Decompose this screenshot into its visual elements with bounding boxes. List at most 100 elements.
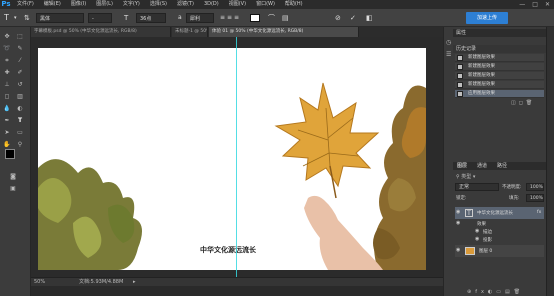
warp-text-icon[interactable]: ⌒ xyxy=(268,13,275,23)
commit-icon[interactable]: ✓ xyxy=(350,13,356,23)
guide-line[interactable] xyxy=(236,37,237,277)
zoom-tool-icon[interactable]: ⚲ xyxy=(16,141,24,149)
font-style-select[interactable]: - xyxy=(88,13,112,23)
lasso-tool-icon[interactable]: ➰ xyxy=(3,45,11,53)
history-brush-tool-icon[interactable]: ↺ xyxy=(16,81,24,89)
stamp-tool-icon[interactable]: ⊥ xyxy=(3,81,11,89)
tab-paths[interactable]: 路径 xyxy=(497,162,507,170)
maximize-button[interactable]: □ xyxy=(532,0,538,9)
menu-edit[interactable]: 编辑(E) xyxy=(39,0,66,9)
3d-icon[interactable]: ◧ xyxy=(366,13,373,23)
options-bar: T ▾ ⇅ 黑体 - T 36点 a 犀利 ≡≡≡ ⌒ ▤ ⊘ ✓ ◧ 加速上传 xyxy=(0,9,554,27)
tab-document-2[interactable]: 未标题-1 @ 50%... xyxy=(172,27,208,37)
foreground-color-swatch[interactable] xyxy=(5,149,15,159)
history-item[interactable]: 新建图层效果 xyxy=(455,81,544,89)
layer-filter-icon[interactable]: ⚲ 类型 ▾ xyxy=(456,173,475,180)
orientation-toggle-icon[interactable]: ⇅ xyxy=(24,13,30,23)
font-size-icon: T xyxy=(124,14,129,22)
close-button[interactable]: ✕ xyxy=(545,0,550,9)
align-buttons-icon[interactable]: ≡≡≡ xyxy=(220,13,241,23)
maple-leaf xyxy=(274,82,380,188)
menu-image[interactable]: 图像(I) xyxy=(66,0,91,9)
shape-tool-icon[interactable]: ▭ xyxy=(16,129,24,137)
tab-layers[interactable]: 图层 xyxy=(457,162,467,170)
panel-icon-strip: ◷ ☰ xyxy=(443,27,453,296)
healing-tool-icon[interactable]: ✚ xyxy=(3,69,11,77)
window-controls: — □ ✕ xyxy=(519,0,550,9)
menu-help[interactable]: 帮助(H) xyxy=(280,0,308,9)
properties-panel-icon[interactable]: ☰ xyxy=(446,51,451,58)
character-panel-icon[interactable]: ▤ xyxy=(282,13,289,23)
layer-row-text[interactable]: ◉ T 中华文化源远流长 fx xyxy=(455,207,544,219)
visibility-eye-icon[interactable]: ◉ xyxy=(475,229,480,234)
toolbox: ✥ ⬚ ➰ ✎ ⌗ ⁄ ✚ ✐ ⊥ ↺ ◻ ▥ 💧 ◐ ✒ T ➤ ▭ ✋ ⚲ … xyxy=(0,27,31,296)
fill-label: 填充: xyxy=(509,196,520,201)
status-arrow-icon[interactable]: ▸ xyxy=(133,278,136,286)
opacity-field[interactable]: 100% xyxy=(526,183,544,191)
panel-tab-properties[interactable]: 属性 xyxy=(453,29,546,37)
marquee-tool-icon[interactable]: ⬚ xyxy=(16,33,24,41)
crop-tool-icon[interactable]: ⌗ xyxy=(3,57,11,65)
menu-window[interactable]: 窗口(W) xyxy=(251,0,280,9)
layer-effect-shadow[interactable]: ◉ 投影 xyxy=(455,236,544,244)
cancel-icon[interactable]: ⊘ xyxy=(335,13,341,23)
menu-layer[interactable]: 图层(L) xyxy=(91,0,118,9)
ps-logo: Ps xyxy=(1,0,11,8)
path-select-tool-icon[interactable]: ➤ xyxy=(3,129,11,137)
history-panel-header[interactable]: 历史记录 xyxy=(453,45,546,53)
fx-icon[interactable]: fx xyxy=(537,210,541,215)
visibility-eye-icon[interactable]: ◉ xyxy=(456,210,461,215)
tab-channels[interactable]: 通道 xyxy=(477,162,487,170)
antialias-icon: a xyxy=(178,14,182,21)
document-canvas[interactable]: 中华文化源远流长 xyxy=(38,48,426,270)
visibility-eye-icon[interactable]: ◉ xyxy=(456,248,461,253)
menu-view[interactable]: 视图(V) xyxy=(224,0,251,9)
menu-3d[interactable]: 3D(D) xyxy=(199,0,224,9)
cloud-upload-button[interactable]: 加速上传 xyxy=(466,12,508,24)
quick-mask-icon[interactable]: ◙ xyxy=(9,173,17,181)
menu-filter[interactable]: 滤镜(T) xyxy=(172,0,199,9)
layer-effects-row[interactable]: ◉ 效果 xyxy=(455,220,544,228)
menu-select[interactable]: 选择(S) xyxy=(145,0,172,9)
eyedropper-tool-icon[interactable]: ⁄ xyxy=(16,57,24,65)
pen-tool-icon[interactable]: ✒ xyxy=(3,117,11,125)
text-tool-icon[interactable]: T xyxy=(16,117,24,125)
brush-tool-icon[interactable]: ✐ xyxy=(16,69,24,77)
history-item[interactable]: 新建图层效果 xyxy=(455,72,544,80)
eraser-tool-icon[interactable]: ◻ xyxy=(3,93,11,101)
tab-document-1[interactable]: 字幕模板.psd @ 50% (中华文化源远流长, RGB/8) xyxy=(31,27,171,37)
menu-type[interactable]: 文字(Y) xyxy=(118,0,145,9)
history-actions-icon[interactable]: ◫◻🗑 xyxy=(511,100,535,106)
menu-file[interactable]: 文件(F) xyxy=(12,0,39,9)
blur-tool-icon[interactable]: 💧 xyxy=(3,105,11,113)
hand-tool-icon[interactable]: ✋ xyxy=(3,141,11,149)
history-panel-icon[interactable]: ◷ xyxy=(446,39,451,46)
quick-select-tool-icon[interactable]: ✎ xyxy=(16,45,24,53)
minimize-button[interactable]: — xyxy=(519,0,525,9)
move-tool-icon[interactable]: ✥ xyxy=(3,33,11,41)
panels-area: 属性 历史记录 新建图层效果 新建图层效果 新建图层效果 新建图层效果 应用图层… xyxy=(453,27,554,296)
text-color-swatch[interactable] xyxy=(250,14,260,22)
tab-document-3[interactable]: 体验 01 @ 50% (中华文化源远流长, RGB/8) xyxy=(209,27,359,37)
antialias-select[interactable]: 犀利 xyxy=(186,13,214,23)
history-item[interactable]: 新建图层效果 xyxy=(455,63,544,71)
dropdown-arrow-icon[interactable]: ▾ xyxy=(14,13,17,23)
visibility-eye-icon[interactable]: ◉ xyxy=(456,221,461,226)
screen-mode-icon[interactable]: ▣ xyxy=(9,185,17,193)
dodge-tool-icon[interactable]: ◐ xyxy=(16,105,24,113)
history-item[interactable]: 新建图层效果 xyxy=(455,54,544,62)
font-family-select[interactable]: 黑体 xyxy=(36,13,84,23)
visibility-eye-icon[interactable]: ◉ xyxy=(475,237,480,242)
blend-mode-select[interactable]: 正常 xyxy=(455,183,499,191)
history-item-selected[interactable]: 应用图层效果 xyxy=(455,90,544,98)
type-tool-icon[interactable]: T xyxy=(4,13,9,23)
layer-effect-stroke[interactable]: ◉ 描边 xyxy=(455,228,544,236)
layer-row-image[interactable]: ◉ 图层 0 xyxy=(455,245,544,257)
zoom-level[interactable]: 50% xyxy=(34,278,45,286)
opacity-label: 不透明度: xyxy=(502,185,522,190)
fill-field[interactable]: 100% xyxy=(526,194,544,202)
gradient-tool-icon[interactable]: ▥ xyxy=(16,93,24,101)
font-size-select[interactable]: 36点 xyxy=(136,13,166,23)
layer-actions-icon[interactable]: ⊕fx◐▭▤🗑 xyxy=(467,289,524,295)
subtitle-text[interactable]: 中华文化源远流长 xyxy=(168,245,288,255)
